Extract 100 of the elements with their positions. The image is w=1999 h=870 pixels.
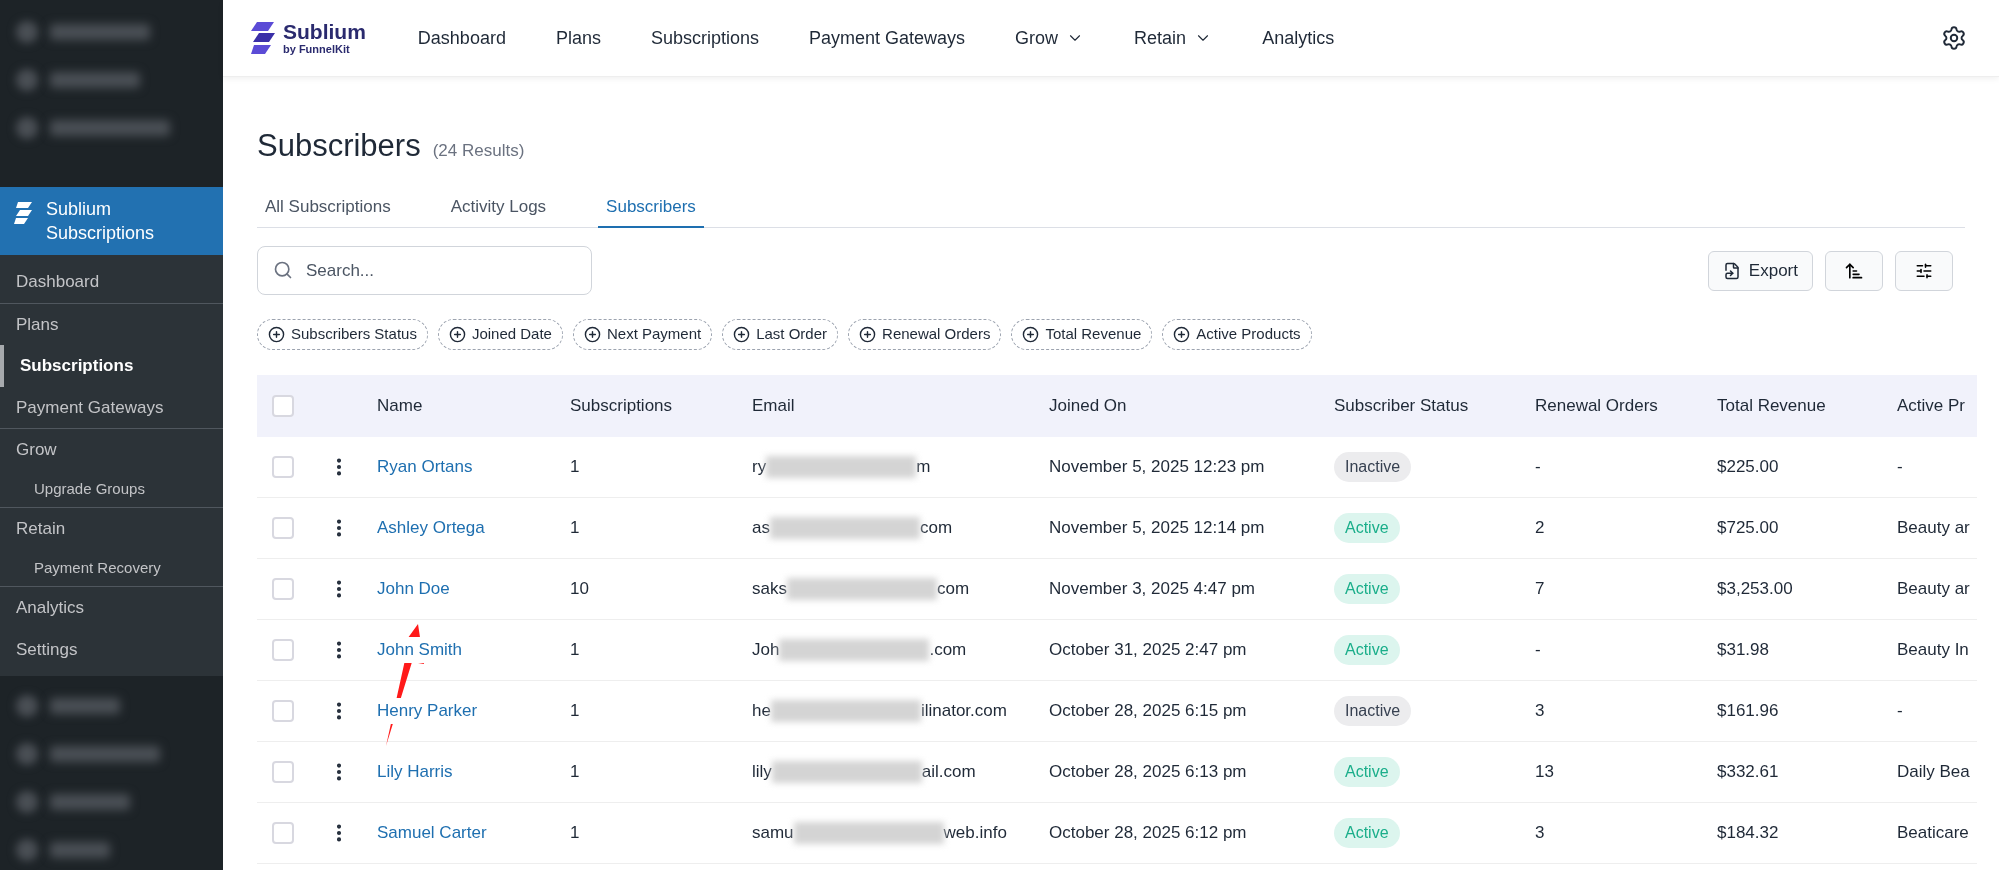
- email-end: m: [916, 456, 931, 479]
- brand-byline: by FunnelKit: [283, 44, 351, 55]
- sidebar-item[interactable]: Analytics: [0, 587, 223, 629]
- email-start: samu: [752, 822, 794, 845]
- status-badge: Active: [1334, 574, 1400, 604]
- sidebar-item[interactable]: Payment Gateways: [0, 386, 223, 428]
- table-cell-text: Beaticare: [1897, 822, 1969, 845]
- email-start: lily: [752, 761, 772, 784]
- table-cell-text: -: [1535, 456, 1541, 479]
- tab[interactable]: Subscribers: [598, 193, 704, 228]
- email-end: ail.com: [921, 761, 976, 784]
- checkbox[interactable]: [272, 517, 294, 539]
- nav-link[interactable]: Subscriptions: [650, 24, 759, 52]
- email-end: com: [936, 578, 970, 601]
- blurred-icon: [16, 743, 38, 765]
- table-cell-text: $3,253.00: [1717, 578, 1793, 601]
- export-icon: [1722, 261, 1741, 280]
- table-cell-text: November 5, 2025 12:23 pm: [1049, 456, 1265, 479]
- sidebar-item[interactable]: Dashboard: [0, 261, 223, 303]
- plugin-menu-header[interactable]: Sublium Subscriptions: [0, 187, 223, 255]
- table-cell-text: 1: [570, 639, 580, 662]
- table-cell-text: 1: [570, 456, 580, 479]
- column-settings-button[interactable]: [1895, 250, 1953, 291]
- subscriber-name-link[interactable]: John Smith: [377, 637, 463, 663]
- table-cell-text: November 3, 2025 4:47 pm: [1049, 578, 1255, 601]
- table-cell-text: Beauty In: [1897, 639, 1969, 662]
- settings-icon[interactable]: [1941, 25, 1967, 51]
- search-icon: [273, 260, 293, 280]
- email-start: as: [752, 517, 770, 540]
- checkbox[interactable]: [272, 700, 294, 722]
- status-badge: Inactive: [1334, 452, 1412, 482]
- sidebar-item[interactable]: Payment Recovery: [0, 549, 223, 586]
- sort-button[interactable]: [1825, 250, 1883, 291]
- table-cell-text: November 5, 2025 12:14 pm: [1049, 517, 1265, 540]
- subscriber-name-link[interactable]: Henry Parker: [377, 698, 478, 724]
- checkbox[interactable]: [272, 456, 294, 478]
- table-cell-text: $225.00: [1717, 456, 1779, 479]
- plugin-title: Sublium Subscriptions: [46, 198, 156, 246]
- checkbox[interactable]: [272, 395, 294, 417]
- search-field[interactable]: Search...: [257, 246, 592, 295]
- table-cell-text: Beauty ar: [1897, 578, 1970, 601]
- table-cell-text: October 28, 2025 6:13 pm: [1049, 761, 1247, 784]
- export-button[interactable]: Export: [1707, 250, 1813, 291]
- table-cell-text: 1: [570, 517, 580, 540]
- plus-icon: [268, 326, 285, 343]
- email-start: Joh: [752, 639, 780, 662]
- sliders-icon: [1915, 261, 1933, 280]
- table-cell-text: 2: [1535, 517, 1545, 540]
- sidebar-item[interactable]: Plans: [0, 303, 223, 345]
- sidebar-item[interactable]: Grow: [0, 429, 223, 471]
- sidebar-item[interactable]: Subscriptions: [0, 345, 223, 387]
- column-header: Total Revenue: [1717, 395, 1827, 418]
- status-badge: Inactive: [1334, 696, 1412, 726]
- email-start: saks: [752, 578, 787, 601]
- tab[interactable]: Activity Logs: [442, 193, 555, 228]
- checkbox[interactable]: [272, 822, 294, 844]
- tab[interactable]: All Subscriptions: [257, 193, 399, 228]
- column-header: Active Pr: [1897, 395, 1967, 418]
- column-header: Subscriber Status: [1334, 395, 1470, 418]
- column-header: Renewal Orders: [1535, 395, 1659, 418]
- email-start: ry: [752, 456, 767, 479]
- nav-link[interactable]: Analytics: [1262, 24, 1335, 52]
- blurred-icon: [16, 69, 38, 91]
- table-cell-text: 10: [570, 578, 589, 601]
- plus-icon: [583, 326, 601, 343]
- status-badge: Active: [1334, 757, 1400, 787]
- checkbox[interactable]: [272, 639, 294, 661]
- checkbox[interactable]: [272, 761, 294, 783]
- nav-link[interactable]: Retain: [1134, 24, 1213, 52]
- plus-icon: [1173, 326, 1191, 343]
- table-cell-text: $332.61: [1717, 761, 1779, 784]
- table-cell-text: $31.98: [1717, 639, 1769, 662]
- checkbox[interactable]: [272, 578, 294, 600]
- email-start: he: [752, 700, 771, 723]
- nav-link[interactable]: Plans: [555, 24, 601, 52]
- table-cell-text: -: [1897, 700, 1903, 723]
- nav-link[interactable]: Grow: [1015, 24, 1085, 52]
- plus-icon: [1022, 326, 1040, 343]
- blurred-icon: [16, 791, 38, 813]
- status-badge: Active: [1334, 635, 1400, 665]
- column-header: Email: [752, 395, 796, 418]
- table-cell-text: 1: [570, 761, 580, 784]
- sidebar-item[interactable]: Upgrade Groups: [0, 470, 223, 507]
- nav-link[interactable]: Dashboard: [417, 24, 506, 52]
- table-cell-text: 1: [570, 700, 580, 723]
- email-end: web.info: [943, 822, 1007, 845]
- table-cell-text: 3: [1535, 700, 1545, 723]
- blurred-icon: [16, 695, 38, 717]
- sidebar-item[interactable]: Retain: [0, 508, 223, 550]
- email-end: com: [919, 517, 953, 540]
- column-header: Subscriptions: [570, 395, 674, 418]
- column-header: Name: [377, 395, 424, 418]
- table-cell-text: -: [1535, 639, 1541, 662]
- table-cell-text: 7: [1535, 578, 1545, 601]
- status-badge: Active: [1334, 513, 1400, 543]
- brand-logo-icon: [251, 21, 277, 55]
- nav-link[interactable]: Payment Gateways: [809, 24, 966, 52]
- brand-name: Sublium: [283, 21, 366, 42]
- table-cell-text: October 28, 2025 6:15 pm: [1049, 700, 1247, 723]
- sidebar-item[interactable]: Settings: [0, 628, 223, 670]
